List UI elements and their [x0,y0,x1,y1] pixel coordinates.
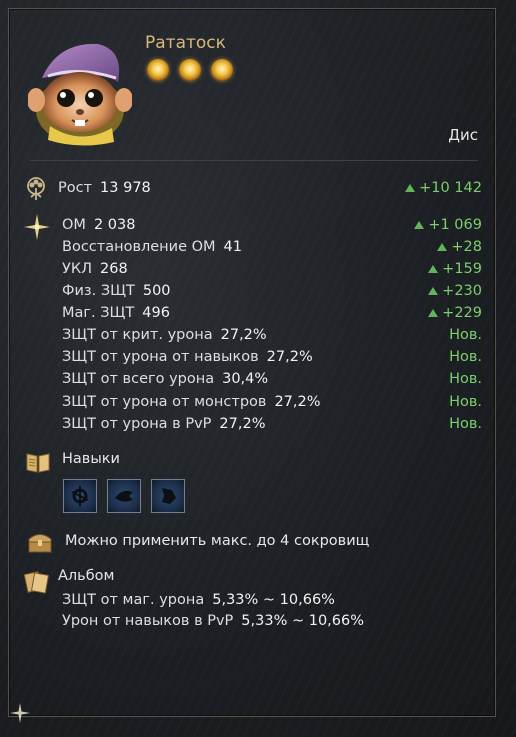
new-tag: Нов. [449,349,482,365]
stat-label: ОМ [62,217,86,233]
stat-value: 2 038 [93,217,136,233]
stat-row: ЗЩТ от урона от монстров 27,2% Нов. [62,391,482,413]
stat-label: ЗЩТ от урона от навыков [62,349,259,365]
stat-label: УКЛ [62,261,93,277]
stat-bonus: +229 [428,305,482,321]
pet-class-label: Дис [448,126,478,144]
stat-row: ЗЩТ от урона от навыков 27,2% Нов. [62,346,482,368]
pet-stars [147,59,233,81]
stat-bonus: +1 069 [414,217,482,233]
tree-icon [23,176,49,206]
album-row: ЗЩТ от маг. урона 5,33% ~ 10,66% [62,589,482,611]
stat-value: 500 [142,283,171,299]
new-tag: Нов. [449,394,482,410]
pet-name: Рататоск [145,33,226,53]
stat-row-health: Рост 13 978 +10 142 [58,177,482,199]
album-value: 5,33% ~ 10,66% [212,592,335,608]
up-arrow-icon [405,184,416,192]
up-arrow-icon [414,221,425,229]
stat-value: 27,2% [274,394,321,410]
stat-row: ОМ 2 038 +1 069 [62,214,482,236]
stat-row: ЗЩТ от крит. урона 27,2% Нов. [62,324,482,346]
stat-label: Восстановление ОМ [62,239,216,255]
pet-tooltip: Рататоск Дис Рост 13 978 +10 142 ОМ 2 03… [0,0,516,737]
star-icon [179,59,201,81]
new-tag: Нов. [449,327,482,343]
star-icon [147,59,169,81]
up-arrow-icon [428,265,439,273]
stat-bonus: +10 142 [405,180,482,196]
star-icon [211,59,233,81]
up-arrow-icon [437,243,448,251]
stat-value: 30,4% [222,371,269,387]
stat-label: Физ. ЗЩТ [62,283,135,299]
skills-title: Навыки [62,451,120,467]
stat-label: ЗЩТ от всего урона [62,371,215,387]
stat-row: Физ. ЗЩТ 500 +230 [62,280,482,302]
album-value: 5,33% ~ 10,66% [241,613,365,629]
stat-bonus: +230 [428,283,482,299]
up-arrow-icon [428,309,439,317]
up-arrow-icon [428,287,439,295]
album-label: Урон от навыков в PvP [62,613,234,629]
stat-bonus: +28 [437,239,482,255]
stat-label: ЗЩТ от крит. урона [62,327,213,343]
stat-value: 41 [223,239,242,255]
treasure-chest-icon [27,530,53,558]
corner-star-icon [8,701,32,725]
new-tag: Нов. [449,371,482,387]
compass-star-icon [23,213,51,245]
book-icon [25,450,51,478]
stat-value: 27,2% [220,327,267,343]
stat-value: 27,2% [266,349,313,365]
album-label: ЗЩТ от маг. урона [62,592,205,608]
stat-label: Рост [58,180,93,196]
divider [30,160,478,161]
treasure-text: Можно применить макс. до 4 сокровищ [65,533,370,549]
skill-slot[interactable] [151,479,185,513]
new-tag: Нов. [449,416,482,432]
stat-bonus: +159 [428,261,482,277]
stat-row: ЗЩТ от всего урона 30,4% Нов. [62,368,482,390]
stat-label: Маг. ЗЩТ [62,305,135,321]
stat-row: ЗЩТ от урона в PvP 27,2% Нов. [62,413,482,435]
skill-slot[interactable] [107,479,141,513]
stat-value: 496 [142,305,170,321]
skills-list [63,479,185,513]
stat-value: 268 [100,261,128,277]
stat-row: УКЛ 268 +159 [62,258,482,280]
stat-row: Маг. ЗЩТ 496 +229 [62,302,482,324]
stat-row: Восстановление ОМ 41 +28 [62,236,482,258]
skill-icon-3 [162,488,176,504]
skill-slot[interactable] [63,479,97,513]
stat-label: ЗЩТ от урона от монстров [62,394,267,410]
stat-label: ЗЩТ от урона в PvP [62,416,212,432]
stat-value: 27,2% [219,416,266,432]
album-icon [23,568,51,600]
stat-value: 13 978 [100,180,151,196]
pet-portrait [27,38,133,148]
album-row: Урон от навыков в PvP 5,33% ~ 10,66% [62,610,482,632]
skill-icon-2 [115,490,133,502]
album-title: Альбом [58,568,115,584]
skill-icon-1 [71,486,89,506]
